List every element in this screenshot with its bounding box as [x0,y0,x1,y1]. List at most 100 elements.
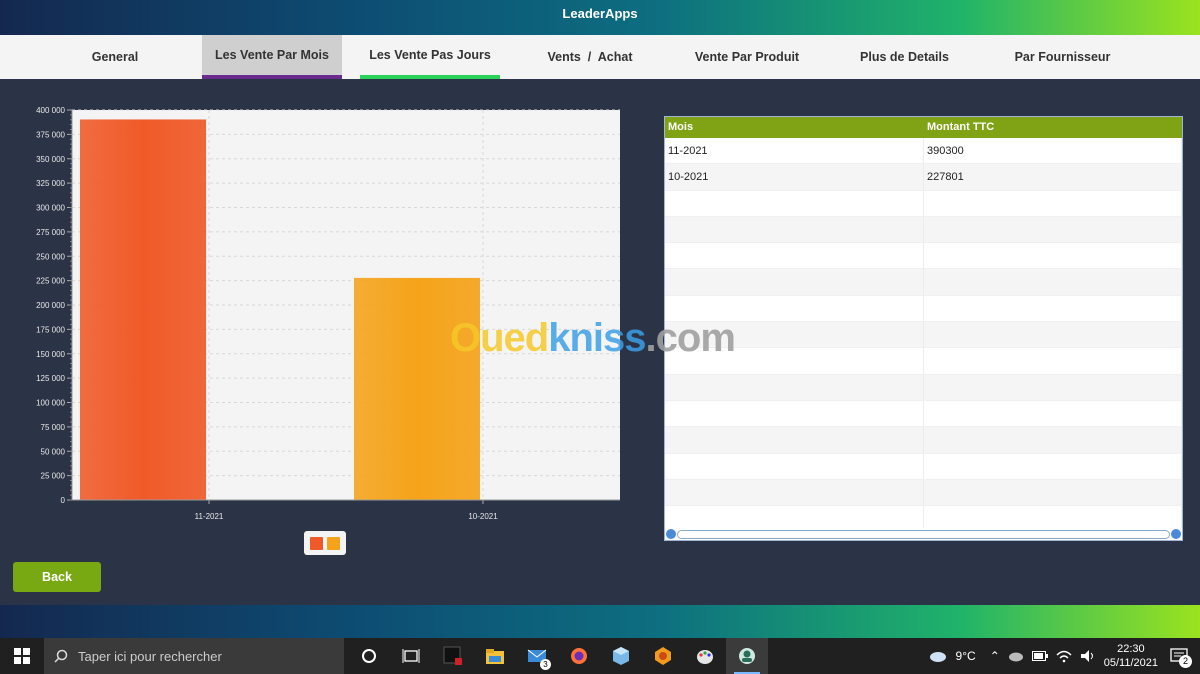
clock-date: 05/11/2021 [1103,657,1158,669]
cortana-circle-icon [362,649,376,663]
table-row[interactable]: 10-2021 227801 [665,164,1182,191]
app-icon-orange-tool[interactable] [642,638,684,674]
table-row-empty[interactable] [665,216,1182,244]
tab-plus-de-details[interactable]: Plus de Details [832,35,977,79]
cell-empty [924,216,1182,243]
y-tick-label: 0 [61,496,66,505]
app-icon-virtualbox[interactable] [600,638,642,674]
y-tick-label: 225 000 [36,277,65,286]
table-row-empty[interactable] [665,190,1182,217]
app-icon-firefox[interactable] [558,638,600,674]
tab-vente-pas-jours[interactable]: Les Vente Pas Jours [360,35,500,79]
table-row-empty[interactable] [665,348,1182,375]
app-title: LeaderApps [562,6,638,21]
cell-empty [924,374,1182,400]
y-tick-label: 200 000 [36,301,65,310]
cube-icon [613,647,629,665]
chart-legend [304,531,346,555]
tab-vente-par-produit[interactable]: Vente Par Produit [672,35,822,79]
data-grid[interactable]: Mois Montant TTC 11-2021 390300 10-2021 … [664,116,1183,541]
search-placeholder: Taper ici pour rechercher [78,648,222,664]
watermark-part: Oued [450,316,549,360]
cell-empty [665,216,924,243]
cell-montant: 227801 [924,164,1182,190]
cell-mois: 10-2021 [665,164,924,190]
tab-label: Les Vente Pas Jours [369,48,491,62]
app-icon-file-explorer[interactable] [474,638,516,674]
app-icon-terminal[interactable] [432,638,474,674]
table-row-empty[interactable] [665,453,1182,480]
table-row-empty[interactable] [665,400,1182,428]
start-button[interactable] [0,638,44,674]
cell-empty [665,453,924,479]
watermark-part: kniss [548,316,646,360]
grid-header: Mois Montant TTC [665,117,1182,138]
onedrive-cloud-icon[interactable] [1008,650,1024,662]
cell-empty [665,374,924,400]
tab-label: Vents / Achat [547,50,633,64]
cell-empty [665,190,924,216]
bar-chart: 0 25 000 50 000 75 000 100 000 125 000 150 000… [36,106,620,521]
table-row-empty[interactable] [665,295,1182,323]
tab-general[interactable]: General [40,35,190,79]
scroll-thumb[interactable] [677,529,1170,539]
clock-time: 22:30 [1117,643,1145,655]
chevron-up-icon[interactable]: ⌃ [990,649,1000,663]
cortana-button[interactable] [348,638,390,674]
taskbar-search-input[interactable]: Taper ici pour rechercher [44,638,344,674]
cell-empty [924,348,1182,374]
task-view-button[interactable] [390,638,432,674]
terminal-app-icon [443,646,462,665]
tab-bar: General Les Vente Par Mois Les Vente Pas… [0,35,1200,79]
table-row-empty[interactable] [665,479,1182,507]
weather-cloud-icon[interactable] [928,649,948,663]
scroll-left-icon[interactable] [666,529,676,539]
cell-empty [924,453,1182,479]
tab-par-fournisseur[interactable]: Par Fournisseur [990,35,1135,79]
app-icon-mail[interactable]: 3 [516,638,558,674]
system-tray: 9°C ⌃ 22:30 05/11/2021 2 [928,638,1200,674]
app-icon-paint[interactable] [684,638,726,674]
tab-label: Plus de Details [860,50,949,64]
weather-temperature[interactable]: 9°C [956,649,976,663]
scroll-right-icon[interactable] [1171,529,1181,539]
watermark: Ouedkniss.com [450,316,736,361]
task-view-icon [402,649,420,663]
windows-taskbar: Taper ici pour rechercher 3 9°C ⌃ 22:30 … [0,638,1200,674]
table-row-empty[interactable] [665,243,1182,270]
table-row-empty[interactable] [665,427,1182,454]
horizontal-scrollbar[interactable] [665,528,1182,540]
cell-empty [924,295,1182,322]
volume-icon[interactable] [1080,649,1096,663]
column-header-mois[interactable]: Mois [665,117,924,138]
taskbar-clock[interactable]: 22:30 05/11/2021 [1104,642,1158,670]
gear-app-icon [655,647,671,665]
firefox-icon [571,648,587,664]
table-row[interactable]: 11-2021 390300 [665,138,1182,165]
tab-active-indicator [202,75,342,79]
legend-swatch-10-2021 [327,536,340,550]
legend-swatch-11-2021 [310,536,323,550]
y-tick-label: 375 000 [36,130,65,139]
battery-icon[interactable] [1031,651,1048,661]
leaderapps-app-icon [739,648,755,664]
y-tick-label: 350 000 [36,155,65,164]
column-header-montant-ttc[interactable]: Montant TTC [924,117,1182,138]
bar-10-2021 [354,277,481,500]
back-button[interactable]: Back [13,562,101,592]
table-row-empty[interactable] [665,269,1182,296]
mail-badge: 3 [540,659,551,670]
table-row-empty[interactable] [665,374,1182,401]
wifi-icon[interactable] [1056,649,1072,663]
table-row-empty[interactable] [665,322,1182,349]
notification-center-button[interactable]: 2 [1166,644,1192,668]
app-icon-leaderapps[interactable] [726,638,768,674]
tab-vents-achat[interactable]: Vents / Achat [520,35,660,79]
tab-vente-par-mois[interactable]: Les Vente Par Mois [202,35,342,79]
cell-empty [924,322,1182,348]
y-tick-label: 150 000 [36,350,65,359]
cell-empty [665,427,924,453]
y-tick-label: 25 000 [41,472,66,481]
cell-empty [924,427,1182,453]
y-tick-label: 275 000 [36,228,65,237]
